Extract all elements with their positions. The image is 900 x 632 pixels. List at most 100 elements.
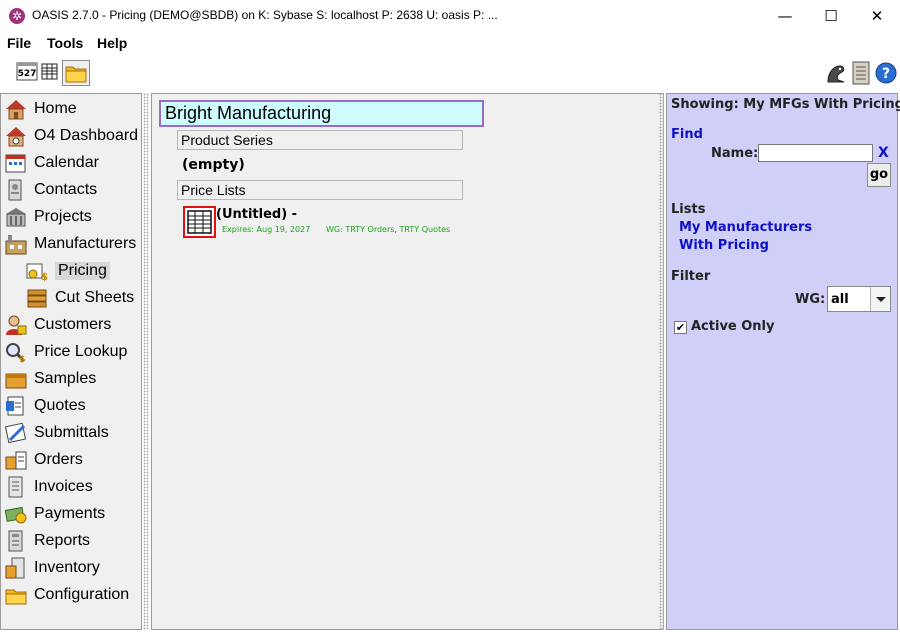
book-icon[interactable] bbox=[850, 60, 872, 86]
close-button[interactable]: ✕ bbox=[854, 0, 900, 32]
sidebar-item-price-lookup[interactable]: $ Price Lookup bbox=[4, 340, 128, 365]
sidebar-item-reports[interactable]: Reports bbox=[4, 529, 90, 553]
clear-name-button[interactable]: X bbox=[878, 145, 889, 161]
sidebar-item-cut-sheets[interactable]: Cut Sheets bbox=[25, 286, 134, 310]
menu-tools[interactable]: Tools bbox=[47, 35, 83, 51]
menu-file[interactable]: File bbox=[7, 35, 31, 51]
sidebar-label: Quotes bbox=[34, 397, 86, 414]
wg-select[interactable]: all bbox=[827, 286, 891, 312]
wg-select-value: all bbox=[831, 292, 849, 307]
sidebar-item-o4-dashboard[interactable]: O4 Dashboard bbox=[4, 124, 138, 148]
product-series-empty: (empty) bbox=[182, 157, 245, 173]
lists-header: Lists bbox=[671, 202, 706, 217]
sidebar-item-configuration[interactable]: Configuration bbox=[4, 583, 129, 607]
filter-header: Filter bbox=[671, 269, 711, 284]
menu-bar: File Tools Help bbox=[0, 32, 900, 54]
sidebar-item-payments[interactable]: Payments bbox=[4, 502, 105, 526]
name-search-input[interactable] bbox=[758, 144, 873, 162]
dragon-icon[interactable] bbox=[824, 60, 848, 86]
maximize-button[interactable]: ☐ bbox=[808, 0, 854, 32]
sidebar-item-samples[interactable]: Samples bbox=[4, 367, 96, 391]
showing-label: Showing: My MFGs With Pricing bbox=[671, 97, 900, 112]
sidebar-item-customers[interactable]: Customers bbox=[4, 313, 111, 337]
right-splitter[interactable] bbox=[659, 93, 664, 630]
sidebar-item-quotes[interactable]: Quotes bbox=[4, 394, 86, 418]
wg-label: WG: bbox=[795, 292, 826, 307]
list-my-manufacturers[interactable]: My Manufacturers bbox=[679, 220, 812, 235]
inventory-icon bbox=[4, 557, 28, 579]
sidebar-label: Orders bbox=[34, 451, 83, 468]
configuration-icon bbox=[4, 584, 28, 606]
manufacturers-icon bbox=[4, 233, 28, 255]
folder-icon[interactable] bbox=[62, 60, 90, 86]
sidebar-item-manufacturers[interactable]: Manufacturers bbox=[4, 232, 136, 256]
quotes-icon bbox=[4, 395, 28, 417]
sidebar-item-invoices[interactable]: Invoices bbox=[4, 475, 93, 499]
sidebar-item-calendar[interactable]: Calendar bbox=[4, 151, 99, 175]
left-splitter[interactable] bbox=[143, 93, 149, 630]
calendar-527-icon[interactable]: 527 bbox=[16, 60, 38, 86]
list-with-pricing[interactable]: With Pricing bbox=[679, 238, 769, 253]
window-title: OASIS 2.7.0 - Pricing (DEMO@SBDB) on K: … bbox=[32, 8, 498, 22]
sidebar-label: Configuration bbox=[34, 586, 130, 603]
sidebar-label: Projects bbox=[34, 208, 92, 225]
active-only-label[interactable]: Active Only bbox=[691, 319, 775, 334]
svg-text:$: $ bbox=[41, 272, 48, 282]
sidebar-item-inventory[interactable]: Inventory bbox=[4, 556, 100, 580]
help-icon[interactable]: ? bbox=[875, 60, 897, 86]
sidebar-label: Price Lookup bbox=[34, 343, 128, 360]
sidebar-label: Submittals bbox=[34, 424, 109, 441]
oasis-app-icon: ✲ bbox=[9, 8, 25, 24]
dashboard-icon bbox=[4, 125, 28, 147]
price-list-expires: Expires: Aug 19, 2027 bbox=[222, 225, 311, 234]
contacts-icon bbox=[4, 179, 28, 201]
sidebar-label: Invoices bbox=[34, 478, 93, 495]
sidebar-item-home[interactable]: Home bbox=[4, 97, 77, 121]
calendar-icon bbox=[4, 152, 28, 174]
grid-icon[interactable] bbox=[40, 60, 60, 86]
main-panel: Bright Manufacturing Product Series (emp… bbox=[151, 93, 664, 630]
manufacturer-title[interactable]: Bright Manufacturing bbox=[159, 100, 484, 127]
price-lists-header: Price Lists bbox=[177, 180, 463, 200]
sidebar-item-pricing[interactable]: $ Pricing bbox=[25, 259, 110, 283]
name-label: Name: bbox=[711, 146, 759, 161]
sidebar: Home O4 Dashboard Calendar Contacts Proj… bbox=[0, 93, 142, 630]
payments-icon bbox=[4, 503, 28, 525]
customers-icon bbox=[4, 314, 28, 336]
sidebar-label: Reports bbox=[34, 532, 91, 549]
toolbar: 527 ? bbox=[0, 56, 900, 92]
invoices-icon bbox=[4, 476, 28, 498]
pricing-icon: $ bbox=[25, 260, 49, 283]
sidebar-label: Inventory bbox=[34, 559, 100, 576]
orders-icon bbox=[4, 449, 28, 471]
sidebar-item-submittals[interactable]: Submittals bbox=[4, 421, 109, 445]
sidebar-label: Contacts bbox=[34, 181, 98, 198]
sidebar-label: Customers bbox=[34, 316, 112, 333]
sidebar-label: Payments bbox=[34, 505, 106, 522]
submittals-icon bbox=[4, 422, 28, 444]
price-list-icon[interactable] bbox=[183, 206, 216, 238]
sidebar-label: Pricing bbox=[55, 262, 110, 280]
sidebar-item-orders[interactable]: Orders bbox=[4, 448, 83, 472]
home-icon bbox=[4, 98, 28, 120]
price-lookup-icon: $ bbox=[4, 341, 28, 365]
sidebar-item-projects[interactable]: Projects bbox=[4, 205, 92, 229]
sidebar-item-contacts[interactable]: Contacts bbox=[4, 178, 97, 202]
sidebar-label: Calendar bbox=[34, 154, 99, 171]
calendar-527-text: 527 bbox=[18, 69, 37, 79]
sidebar-label: Home bbox=[34, 100, 77, 117]
product-series-header: Product Series bbox=[177, 130, 463, 150]
cut-sheets-icon bbox=[25, 287, 49, 309]
reports-icon bbox=[4, 530, 28, 552]
go-button[interactable]: go bbox=[867, 163, 891, 187]
menu-help[interactable]: Help bbox=[97, 35, 127, 51]
samples-icon bbox=[4, 368, 28, 390]
help-question-mark: ? bbox=[882, 66, 890, 82]
active-only-checkbox[interactable]: ✔ bbox=[674, 321, 687, 334]
minimize-button[interactable]: — bbox=[762, 0, 808, 32]
chevron-down-icon[interactable] bbox=[870, 287, 890, 311]
sidebar-label: O4 Dashboard bbox=[34, 127, 139, 144]
price-list-name[interactable]: (Untitled) - bbox=[216, 207, 297, 222]
projects-icon bbox=[4, 206, 28, 228]
svg-text:$: $ bbox=[19, 355, 25, 363]
